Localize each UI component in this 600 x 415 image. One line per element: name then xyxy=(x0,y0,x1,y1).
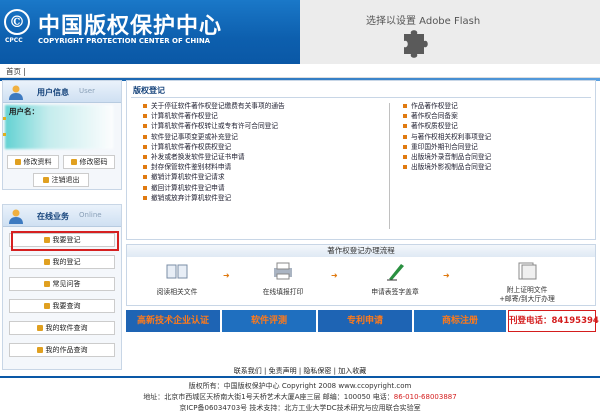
change-password-button[interactable]: 修改密码 xyxy=(63,155,115,169)
puzzle-piece-icon[interactable] xyxy=(398,22,434,58)
site-subtitle: COPYRIGHT PROTECTION CENTER OF CHINA xyxy=(38,37,211,45)
main-content: 版权登记 关于停征软件著作权登记缴费有关事项的通告 计算机软件著作权登记 计算机… xyxy=(126,80,600,362)
user-info-title-en: User xyxy=(79,87,95,95)
flow-title: 著作权登记办理流程 xyxy=(127,245,595,257)
bullet-icon xyxy=(70,159,77,165)
banner-hightech[interactable]: 高新技术企业认证 xyxy=(126,310,220,332)
bullet-icon xyxy=(42,177,49,183)
user-avatar-icon xyxy=(9,85,23,100)
user-info-header: 用户信息 User xyxy=(3,81,121,103)
bullet-icon xyxy=(36,347,43,353)
flow-step-label: 阅读相关文件 xyxy=(156,288,198,296)
cpcc-logo: © xyxy=(4,9,30,35)
read-documents-icon xyxy=(166,264,188,279)
register-link[interactable]: 计算机软件著作权转让或专有许可合同登记 xyxy=(143,121,285,131)
column-divider xyxy=(389,103,390,229)
search-button[interactable]: 我要查询 xyxy=(9,299,115,313)
header: © CPCC 中国版权保护中心 COPYRIGHT PROTECTION CEN… xyxy=(0,0,600,64)
register-link[interactable]: 出版境外影视制品合同登记 xyxy=(403,162,491,172)
flow-step-label: 在线填报打印 xyxy=(262,288,304,296)
register-link[interactable]: 出版境外录音制品合同登记 xyxy=(403,152,491,162)
register-link[interactable]: 计算机软件著作权登记 xyxy=(143,111,285,121)
footer-divider xyxy=(0,376,600,378)
register-link[interactable]: 与著作权相关权利事项登记 xyxy=(403,132,491,142)
register-link[interactable]: 著作权合同备案 xyxy=(403,111,491,121)
faq-button[interactable]: 常见问答 xyxy=(9,277,115,291)
register-link[interactable]: 计算机软件著作权质权登记 xyxy=(143,142,285,152)
register-link[interactable]: 撤销计算机软件登记请求 xyxy=(143,172,285,182)
nav-home-link[interactable]: 首页 | xyxy=(6,66,26,77)
banner-patent[interactable]: 专利申请 xyxy=(318,310,412,332)
logout-button[interactable]: 注销退出 xyxy=(33,173,89,187)
works-register-list: 作品著作权登记 著作权合同备案 著作权质权登记 与著作权相关权利事项登记 重印国… xyxy=(403,101,491,172)
service-banners: 高新技术企业认证 软件评测 专利申请 商标注册 刊登电话：84195394 xyxy=(126,310,599,332)
arrow-right-icon: ➜ xyxy=(223,271,230,280)
register-link[interactable]: 补发或者换发软件登记证书申请 xyxy=(143,152,285,162)
site-title: 中国版权保护中心 xyxy=(38,14,223,39)
title-divider xyxy=(131,97,591,98)
register-link[interactable]: 关于停征软件著作权登记缴费有关事项的通告 xyxy=(143,101,285,111)
bullet-icon xyxy=(43,281,50,287)
user-info-panel: 用户信息 User 用户名： 修改资料 修改密码 注销退出 xyxy=(2,80,122,190)
online-services-panel: 在线业务 Online 我要登记 我的登记 常见问答 我要查询 我的软件查询 我… xyxy=(2,204,122,370)
banner-trademark[interactable]: 商标注册 xyxy=(414,310,506,332)
register-link[interactable]: 作品著作权登记 xyxy=(403,101,491,111)
register-title: 版权登记 xyxy=(133,86,165,95)
document-stack-icon xyxy=(518,262,537,280)
brand-banner[interactable]: © CPCC 中国版权保护中心 COPYRIGHT PROTECTION CEN… xyxy=(0,0,300,64)
top-nav: 首页 | xyxy=(0,64,600,81)
flow-step-print: 在线填报打印 xyxy=(243,261,323,296)
flow-step-mail: 附上证明文件 +邮寄/到大厅办理 xyxy=(477,261,577,304)
my-software-search-button[interactable]: 我的软件查询 xyxy=(9,321,115,335)
flow-step-label: 申请表签字盖章 xyxy=(371,288,419,296)
bullet-icon xyxy=(3,117,6,120)
flow-step-read: 阅读相关文件 xyxy=(137,261,217,296)
online-services-title: 在线业务 xyxy=(37,212,69,221)
register-highlight-box xyxy=(11,231,119,251)
footer-copyright: 版权所有：中国版权保护中心 Copyright 2008 www.ccopyri… xyxy=(188,382,412,390)
bullet-icon xyxy=(14,159,21,165)
register-link[interactable]: 撤回计算机软件登记申请 xyxy=(143,183,285,193)
register-link[interactable]: 封存保管软件鉴别材料申请 xyxy=(143,162,285,172)
user-avatar-icon xyxy=(9,209,23,224)
footer-links[interactable]: 联系我们 | 免责声明 | 隐私保密 | 加入收藏 xyxy=(0,366,600,376)
bullet-icon xyxy=(36,325,43,331)
printer-icon xyxy=(274,262,292,280)
sidebar: 用户信息 User 用户名： 修改资料 修改密码 注销退出 在线业务 Onlin… xyxy=(2,80,122,370)
register-link[interactable]: 软件登记事项变更或补充登记 xyxy=(143,132,285,142)
copyright-register-panel: 版权登记 关于停征软件著作权登记缴费有关事项的通告 计算机软件著作权登记 计算机… xyxy=(126,80,596,240)
flow-step-sign: 申请表签字盖章 xyxy=(355,261,435,296)
address-text: 地址：北京市西城区天桥南大街1号天桥艺术大厦A座三层 邮编：100050 电话： xyxy=(143,393,394,401)
edit-profile-button[interactable]: 修改资料 xyxy=(7,155,59,169)
ad-hotline[interactable]: 刊登电话：84195394 xyxy=(508,310,599,332)
my-registrations-button[interactable]: 我的登记 xyxy=(9,255,115,269)
flow-step-label: 附上证明文件 +邮寄/到大厅办理 xyxy=(499,286,555,303)
logo-text: CPCC xyxy=(5,37,23,44)
online-services-title-en: Online xyxy=(79,211,102,219)
register-link[interactable]: 重印国外期刊合同登记 xyxy=(403,142,491,152)
footer-address: 地址：北京市西城区天桥南大街1号天桥艺术大厦A座三层 邮编：100050 电话：… xyxy=(0,392,600,402)
banner-software-test[interactable]: 软件评测 xyxy=(222,310,316,332)
bullet-icon xyxy=(43,259,50,265)
arrow-right-icon: ➜ xyxy=(331,271,338,280)
flash-placeholder[interactable]: 选择以设置 Adobe Flash xyxy=(300,0,600,64)
pen-sign-icon xyxy=(387,264,404,281)
phone-number: 86-010-68003887 xyxy=(393,393,457,401)
footer-icp: 京ICP备06034703号 技术支持：北方工业大学DC技术研究与应用联合实验室 xyxy=(179,404,421,412)
software-register-list: 关于停征软件著作权登记缴费有关事项的通告 计算机软件著作权登记 计算机软件著作权… xyxy=(143,101,285,203)
user-info-title: 用户信息 xyxy=(37,88,69,97)
bullet-icon xyxy=(3,133,6,136)
my-works-search-button[interactable]: 我的作品查询 xyxy=(9,343,115,357)
bullet-icon xyxy=(43,303,50,309)
register-link[interactable]: 著作权质权登记 xyxy=(403,121,491,131)
register-link[interactable]: 撤销或放弃计算机软件登记 xyxy=(143,193,285,203)
username-label: 用户名： xyxy=(9,107,39,116)
process-flow-panel: 著作权登记办理流程 阅读相关文件 ➜ 在线填报打印 ➜ 申请表签字盖章 ➜ 附上… xyxy=(126,244,596,306)
arrow-right-icon: ➜ xyxy=(443,271,450,280)
online-services-header: 在线业务 Online xyxy=(3,205,121,227)
